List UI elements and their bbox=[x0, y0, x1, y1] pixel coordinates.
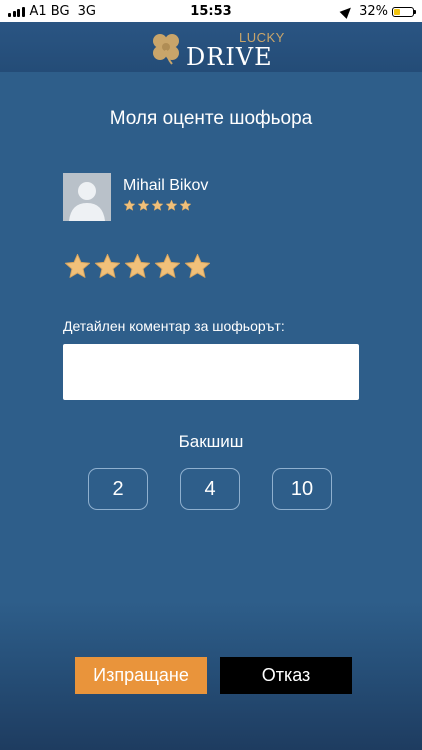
driver-rating-stars bbox=[123, 199, 192, 212]
app-header: LUCKY DRIVE bbox=[0, 22, 422, 72]
location-arrow-icon bbox=[339, 4, 355, 19]
tip-label: Бакшиш bbox=[178, 432, 244, 451]
driver-rating-star-icon-4 bbox=[165, 199, 178, 211]
driver-rating-star-icon-5 bbox=[179, 199, 192, 211]
battery-icon bbox=[392, 6, 416, 17]
user-placeholder-icon bbox=[63, 173, 111, 221]
avatar bbox=[63, 173, 111, 221]
status-right: 32% bbox=[339, 4, 416, 19]
rate-star-icon-2[interactable] bbox=[93, 252, 122, 281]
logo-drive-text: DRIVE bbox=[186, 43, 273, 71]
driver-name: Mihail Bikov bbox=[123, 177, 209, 194]
driver-rating-star-icon-2 bbox=[137, 199, 150, 211]
submit-button[interactable]: Изпращане bbox=[75, 657, 207, 694]
rating-stars-input[interactable] bbox=[63, 252, 212, 281]
driver-rating-star-icon-3 bbox=[151, 199, 164, 211]
rate-star-icon-5[interactable] bbox=[183, 252, 212, 281]
rating-screen: Моля оценте шофьора Mihail Bikov Детайле… bbox=[0, 72, 422, 750]
rate-star-icon-1[interactable] bbox=[63, 252, 92, 281]
battery-percent: 32% bbox=[359, 4, 388, 19]
comment-label: Детайлен коментар за шофьорът: bbox=[63, 318, 285, 334]
rate-star-icon-3[interactable] bbox=[123, 252, 152, 281]
driver-card: Mihail Bikov bbox=[63, 173, 363, 223]
rate-star-icon-4[interactable] bbox=[153, 252, 182, 281]
page-title: Моля оценте шофьора bbox=[109, 108, 313, 129]
clover-icon bbox=[153, 34, 179, 65]
tip-option-10[interactable]: 10 bbox=[272, 468, 332, 510]
driver-rating-star-icon-1 bbox=[123, 199, 136, 211]
cancel-button[interactable]: Отказ bbox=[220, 657, 352, 694]
comment-input[interactable] bbox=[63, 344, 359, 400]
battery-fill bbox=[394, 8, 400, 15]
tip-option-2[interactable]: 2 bbox=[88, 468, 148, 510]
tip-option-4[interactable]: 4 bbox=[180, 468, 240, 510]
app-logo: LUCKY DRIVE bbox=[148, 28, 284, 71]
status-bar: A1 BG 3G 15:53 32% bbox=[0, 0, 422, 22]
